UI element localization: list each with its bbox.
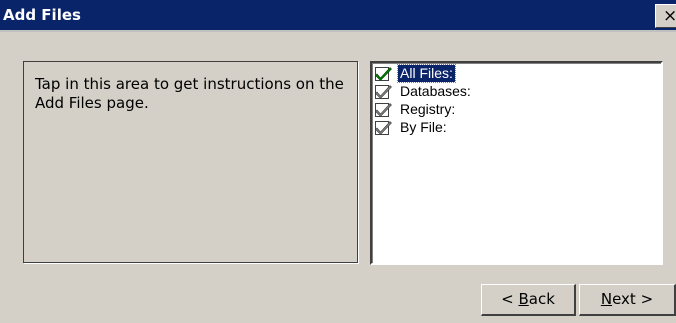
window-title: Add Files — [3, 6, 81, 24]
next-button[interactable]: Next > — [579, 284, 676, 316]
list-item-label: By File: — [400, 119, 447, 135]
list-item-label: Databases: — [400, 83, 471, 99]
list-item-databases[interactable]: Databases: — [375, 83, 575, 100]
list-item-label: Registry: — [400, 101, 456, 117]
back-button-prefix: < — [501, 290, 519, 308]
checkbox-checked-icon[interactable] — [375, 84, 392, 99]
back-button[interactable]: < Back — [481, 284, 576, 316]
instructions-panel[interactable]: Tap in this area to get instructions on … — [23, 61, 358, 263]
file-type-list-inner: All Files: Databases: Registry: By File: — [372, 63, 661, 263]
next-button-mnemonic: N — [600, 290, 613, 308]
list-item-all-files[interactable]: All Files: — [375, 64, 575, 83]
checkbox-checked-icon[interactable] — [375, 120, 392, 135]
checkbox-checked-icon[interactable] — [375, 102, 392, 117]
back-button-rest: ack — [528, 290, 555, 308]
back-button-mnemonic: B — [518, 290, 529, 308]
list-item-registry[interactable]: Registry: — [375, 101, 575, 118]
instructions-text: Tap in this area to get instructions on … — [35, 75, 344, 112]
list-item-by-file[interactable]: By File: — [375, 119, 575, 136]
title-bar: Add Files × — [0, 0, 676, 32]
close-icon: × — [663, 6, 676, 26]
next-button-rest: ext > — [612, 290, 654, 308]
checkbox-checked-icon[interactable] — [375, 66, 392, 81]
list-item-label: All Files: — [397, 64, 456, 83]
close-button[interactable]: × — [655, 4, 676, 28]
file-type-list[interactable]: All Files: Databases: Registry: By File: — [370, 61, 663, 265]
add-files-window: Add Files × Tap in this area to get inst… — [0, 0, 676, 323]
